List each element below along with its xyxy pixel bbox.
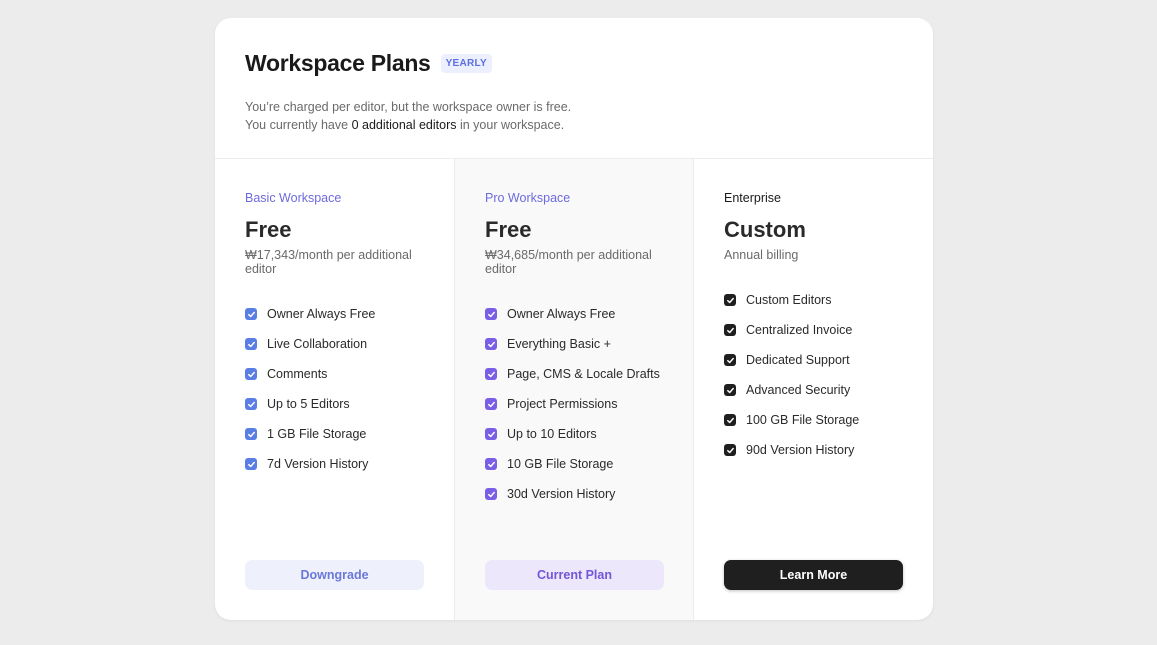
- feature-item: Owner Always Free: [245, 299, 454, 329]
- feature-item: Everything Basic +: [485, 329, 693, 359]
- checkbox-icon: [485, 428, 497, 440]
- description-line-2: You currently have 0 additional editors …: [245, 118, 565, 132]
- plan-price: Free: [245, 217, 292, 242]
- feature-item: 100 GB File Storage: [724, 405, 933, 435]
- feature-item: 1 GB File Storage: [245, 419, 454, 449]
- feature-item: Advanced Security: [724, 375, 933, 405]
- plans-columns: Basic Workspace Free ₩17,343/month per a…: [215, 159, 933, 620]
- feature-item: Page, CMS & Locale Drafts: [485, 359, 693, 389]
- feature-item: 7d Version History: [245, 449, 454, 479]
- plan-price-note: Annual billing: [724, 248, 799, 262]
- plan-tier-name: Pro Workspace: [485, 191, 571, 205]
- feature-label: Custom Editors: [746, 293, 832, 307]
- feature-item: Dedicated Support: [724, 345, 933, 375]
- plan-tier-name: Enterprise: [724, 191, 781, 205]
- feature-label: Page, CMS & Locale Drafts: [507, 367, 660, 381]
- feature-label: Project Permissions: [507, 397, 618, 411]
- plan-pro: Pro Workspace Free ₩34,685/month per add…: [454, 159, 693, 620]
- plan-price: Free: [485, 217, 532, 242]
- checkbox-icon: [485, 488, 497, 500]
- plan-price-note: ₩17,343/month per additional editor: [245, 248, 412, 276]
- feature-item: Project Permissions: [485, 389, 693, 419]
- feature-label: 90d Version History: [746, 443, 855, 457]
- feature-list: Owner Always Free Live Collaboration Comme…: [245, 299, 454, 479]
- feature-list: Owner Always Free Everything Basic + Page,…: [485, 299, 693, 509]
- feature-label: Owner Always Free: [507, 307, 616, 321]
- checkbox-icon: [485, 368, 497, 380]
- feature-item: Owner Always Free: [485, 299, 693, 329]
- current-plan-button[interactable]: Current Plan: [485, 560, 664, 590]
- feature-item: 90d Version History: [724, 435, 933, 465]
- plan-enterprise: Enterprise Custom Annual billing Custom …: [693, 159, 933, 620]
- checkbox-icon: [245, 308, 257, 320]
- checkbox-icon: [485, 398, 497, 410]
- downgrade-button[interactable]: Downgrade: [245, 560, 424, 590]
- feature-label: Live Collaboration: [267, 337, 368, 351]
- checkbox-icon: [245, 338, 257, 350]
- feature-label: Owner Always Free: [267, 307, 376, 321]
- billing-period-badge: YEARLY: [440, 54, 493, 73]
- feature-item: Custom Editors: [724, 285, 933, 315]
- checkbox-icon: [724, 294, 736, 306]
- feature-label: 7d Version History: [267, 457, 369, 471]
- checkbox-icon: [724, 384, 736, 396]
- plans-card: Workspace Plans YEARLY You’re charged pe…: [215, 18, 933, 620]
- checkbox-icon: [245, 368, 257, 380]
- checkbox-icon: [245, 398, 257, 410]
- checkbox-icon: [485, 338, 497, 350]
- checkbox-icon: [245, 458, 257, 470]
- description-line-1: You’re charged per editor, but the works…: [245, 100, 572, 114]
- feature-item: Live Collaboration: [245, 329, 454, 359]
- feature-label: 30d Version History: [507, 487, 616, 501]
- checkbox-icon: [724, 354, 736, 366]
- plan-price-note: ₩34,685/month per additional editor: [485, 248, 652, 276]
- checkbox-icon: [724, 444, 736, 456]
- feature-item: 30d Version History: [485, 479, 693, 509]
- feature-label: Centralized Invoice: [746, 323, 853, 337]
- feature-item: 10 GB File Storage: [485, 449, 693, 479]
- feature-list: Custom Editors Centralized Invoice Dedicat…: [724, 285, 933, 465]
- feature-label: 10 GB File Storage: [507, 457, 614, 471]
- checkbox-icon: [245, 428, 257, 440]
- feature-label: Advanced Security: [746, 383, 851, 397]
- learn-more-button[interactable]: Learn More: [724, 560, 903, 590]
- feature-label: Everything Basic +: [507, 337, 611, 351]
- checkbox-icon: [485, 458, 497, 470]
- feature-item: Up to 10 Editors: [485, 419, 693, 449]
- checkbox-icon: [724, 414, 736, 426]
- page-title: Workspace Plans: [245, 50, 431, 76]
- feature-label: 100 GB File Storage: [746, 413, 860, 427]
- plan-tier-name: Basic Workspace: [245, 191, 342, 205]
- checkbox-icon: [724, 324, 736, 336]
- feature-label: Comments: [267, 367, 328, 381]
- plans-description: You’re charged per editor, but the works…: [245, 98, 903, 134]
- checkbox-icon: [485, 308, 497, 320]
- feature-item: Up to 5 Editors: [245, 389, 454, 419]
- feature-item: Centralized Invoice: [724, 315, 933, 345]
- plan-price: Custom: [724, 217, 806, 242]
- plans-header: Workspace Plans YEARLY You’re charged pe…: [215, 18, 933, 159]
- feature-label: Dedicated Support: [746, 353, 850, 367]
- feature-item: Comments: [245, 359, 454, 389]
- feature-label: Up to 5 Editors: [267, 397, 350, 411]
- feature-label: Up to 10 Editors: [507, 427, 597, 441]
- feature-label: 1 GB File Storage: [267, 427, 367, 441]
- editor-count: 0 additional editors: [351, 118, 457, 132]
- plan-basic: Basic Workspace Free ₩17,343/month per a…: [215, 159, 454, 620]
